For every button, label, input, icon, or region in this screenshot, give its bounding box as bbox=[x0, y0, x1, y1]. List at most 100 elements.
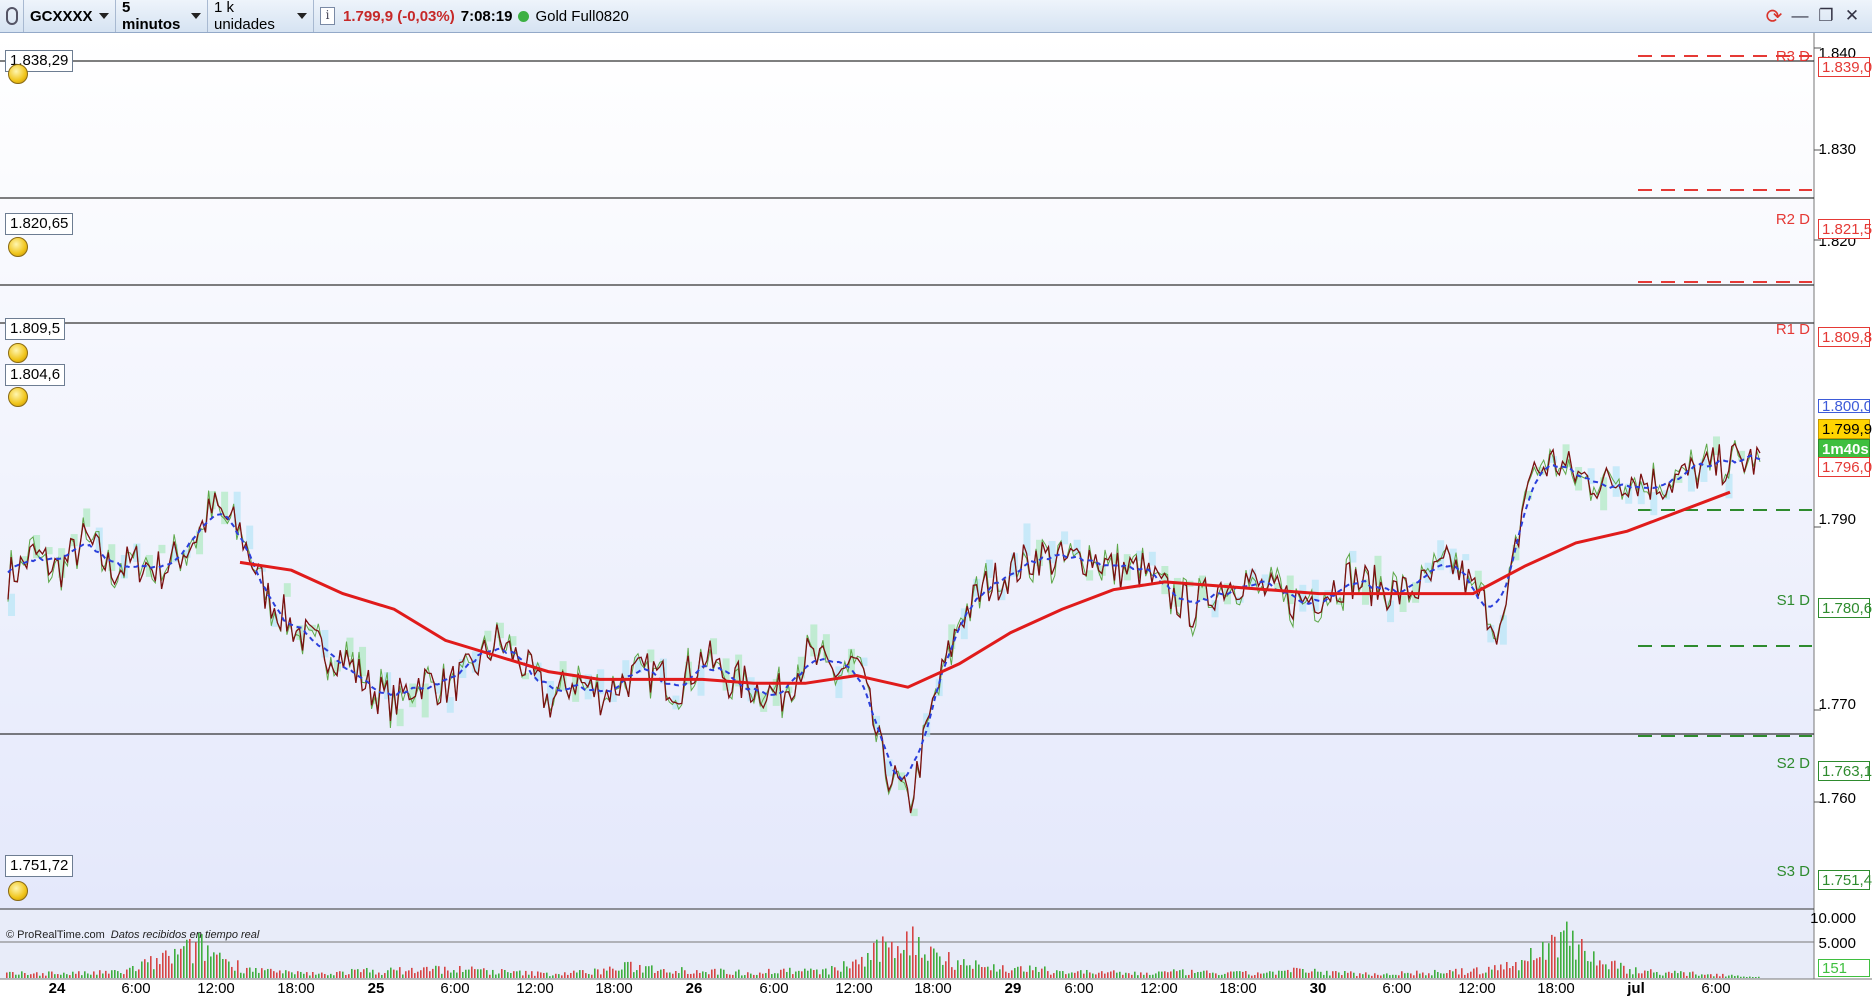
bell-icon[interactable] bbox=[8, 237, 28, 257]
volume-bar bbox=[111, 970, 113, 978]
volume-bar bbox=[1350, 971, 1352, 978]
volume-bar bbox=[225, 959, 227, 978]
volume-bar bbox=[1416, 970, 1418, 978]
volume-bar bbox=[288, 971, 290, 978]
volume-bar bbox=[513, 971, 515, 978]
volume-bar bbox=[1245, 971, 1247, 978]
volume-bar bbox=[1593, 951, 1595, 978]
volume-bar bbox=[147, 962, 149, 978]
volume-bar bbox=[108, 973, 110, 978]
timeframe-selector[interactable]: 5 minutos bbox=[116, 0, 208, 33]
cloud-segment bbox=[1311, 579, 1319, 612]
volume-bar bbox=[831, 965, 833, 978]
bell-icon[interactable] bbox=[8, 387, 28, 407]
restore-icon[interactable]: ❐ bbox=[1816, 6, 1836, 26]
volume-bar bbox=[726, 973, 728, 978]
volume-bar bbox=[699, 972, 701, 978]
bell-icon[interactable] bbox=[8, 881, 28, 901]
volume-bar bbox=[624, 962, 626, 978]
volume-bar bbox=[486, 970, 488, 978]
volume-bar bbox=[381, 974, 383, 978]
x-axis-label: jul bbox=[1627, 980, 1645, 997]
volume-bar bbox=[510, 972, 512, 978]
volume-bar bbox=[765, 973, 767, 978]
volume-bar bbox=[1461, 968, 1463, 978]
volume-bar bbox=[654, 972, 656, 978]
volume-bar bbox=[834, 967, 836, 978]
volume-bar bbox=[1572, 930, 1574, 978]
volume-bar bbox=[855, 959, 857, 978]
volume-bar bbox=[708, 974, 710, 978]
volume-bar bbox=[879, 961, 881, 978]
x-axis-label: 18:00 bbox=[595, 980, 633, 997]
brand-credit: © ProRealTime.com bbox=[6, 929, 105, 941]
volume-bar bbox=[459, 965, 461, 978]
volume-bar bbox=[1077, 971, 1079, 978]
volume-bar bbox=[1020, 966, 1022, 978]
symbol-selector[interactable]: GCXXXX bbox=[24, 0, 116, 32]
volume-bar bbox=[417, 971, 419, 978]
alert-price-5[interactable]: 1.751,72 bbox=[5, 855, 74, 877]
cloud-segment bbox=[446, 697, 454, 713]
bell-icon[interactable] bbox=[8, 64, 28, 84]
volume-bar bbox=[1656, 971, 1658, 978]
volume-bar bbox=[318, 973, 320, 978]
volume-bar bbox=[1680, 971, 1682, 978]
pivot-label-r1: R1 D bbox=[1775, 321, 1810, 338]
volume-bar bbox=[1308, 972, 1310, 978]
x-axis-label: 12:00 bbox=[516, 980, 554, 997]
volume-bar bbox=[756, 974, 758, 978]
volume-bar bbox=[93, 971, 95, 978]
volume-bar bbox=[189, 938, 191, 978]
volume-bar bbox=[969, 965, 971, 978]
chart-canvas[interactable] bbox=[0, 33, 1872, 1000]
volume-bar bbox=[1500, 964, 1502, 978]
volume-bar bbox=[324, 973, 326, 978]
drag-handle-icon[interactable] bbox=[0, 0, 24, 32]
sync-icon[interactable]: ⟳ bbox=[1764, 4, 1784, 29]
countdown-badge: 1m40s bbox=[1818, 439, 1870, 459]
volume-bar bbox=[132, 966, 134, 978]
info-icon[interactable]: i bbox=[320, 7, 335, 25]
volume-bar bbox=[924, 954, 926, 978]
volume-bar bbox=[945, 961, 947, 978]
volume-bar bbox=[876, 939, 878, 978]
x-axis-label: 30 bbox=[1309, 980, 1327, 997]
units-selector[interactable]: 1 k unidades bbox=[208, 0, 314, 33]
close-icon[interactable]: ✕ bbox=[1842, 6, 1862, 26]
volume-bar bbox=[156, 958, 158, 978]
price-chart[interactable]: 1.838,29 1.820,65 1.809,5 1.804,6 1.751,… bbox=[0, 33, 1872, 1000]
volume-bar bbox=[666, 972, 668, 978]
volume-bar bbox=[519, 970, 521, 978]
cloud-segment bbox=[1462, 554, 1470, 561]
volume-bar bbox=[1257, 972, 1259, 978]
alert-price-3[interactable]: 1.809,5 bbox=[5, 318, 66, 340]
volume-bar bbox=[837, 970, 839, 978]
volume-bar bbox=[1725, 976, 1727, 978]
volume-bar bbox=[1170, 971, 1172, 978]
volume-bar bbox=[1314, 968, 1316, 978]
volume-bar bbox=[669, 972, 671, 978]
volume-bar bbox=[462, 971, 464, 978]
volume-bar bbox=[813, 970, 815, 978]
chevron-down-icon bbox=[297, 13, 307, 19]
units-label: 1 k unidades bbox=[214, 0, 275, 33]
volume-bar bbox=[1305, 972, 1307, 978]
volume-bar bbox=[579, 970, 581, 978]
volume-bar bbox=[795, 971, 797, 978]
volume-bar bbox=[1284, 970, 1286, 978]
volume-bar bbox=[1089, 972, 1091, 978]
volume-current-badge: 151 bbox=[1818, 959, 1870, 977]
alert-price-4[interactable]: 1.804,6 bbox=[5, 364, 66, 386]
volume-bar bbox=[1248, 974, 1250, 978]
minimize-icon[interactable]: — bbox=[1790, 6, 1810, 26]
volume-bar bbox=[480, 969, 482, 978]
volume-bar bbox=[978, 964, 980, 978]
volume-bar bbox=[1524, 960, 1526, 978]
volume-bar bbox=[18, 974, 20, 978]
volume-bar bbox=[1287, 969, 1289, 978]
alert-price-2[interactable]: 1.820,65 bbox=[5, 213, 74, 235]
volume-bar bbox=[657, 970, 659, 978]
volume-bar bbox=[990, 970, 992, 978]
bell-icon[interactable] bbox=[8, 343, 28, 363]
